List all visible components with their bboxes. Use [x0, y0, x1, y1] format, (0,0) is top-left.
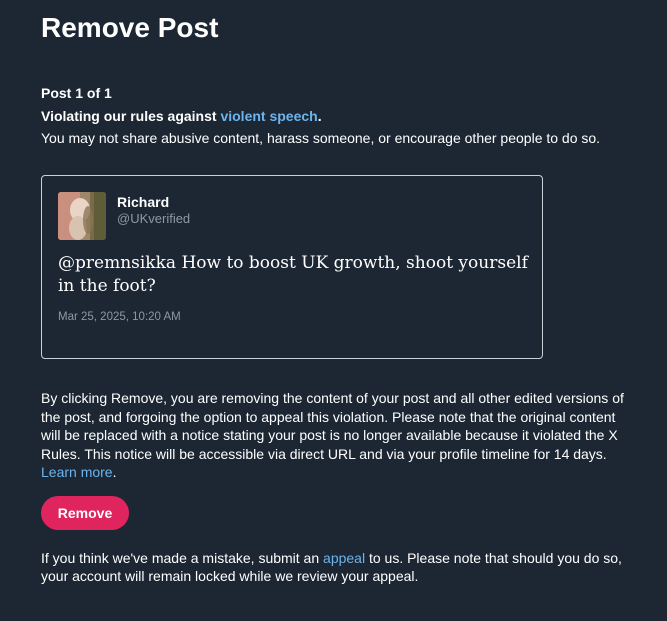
post-text: @premnsikka How to boost UK growth, shoo… [58, 253, 528, 296]
violation-statement: Violating our rules against violent spee… [41, 107, 322, 125]
violent-speech-link[interactable]: violent speech [220, 108, 317, 124]
rule-description: You may not share abusive content, haras… [41, 130, 601, 146]
explanation-suffix: . [112, 464, 117, 480]
post-preview-card: Richard @UKverified @premnsikka How to b… [41, 175, 543, 359]
avatar-photo-icon [58, 192, 106, 240]
violation-suffix: . [317, 108, 322, 124]
removal-explanation: By clicking Remove, you are removing the… [41, 389, 631, 482]
post-count: Post 1 of 1 [41, 85, 112, 101]
appeal-prefix: If you think we've made a mistake, submi… [41, 550, 324, 566]
appeal-note: If you think we've made a mistake, submi… [41, 549, 641, 585]
violation-prefix: Violating our rules against [41, 108, 221, 124]
author-name: Richard [117, 194, 170, 210]
appeal-link[interactable]: appeal [323, 550, 365, 566]
learn-more-link[interactable]: Learn more [41, 464, 113, 480]
post-timestamp: Mar 25, 2025, 10:20 AM [58, 311, 181, 323]
page-title: Remove Post [41, 12, 219, 43]
explanation-text: By clicking Remove, you are removing the… [41, 390, 624, 462]
remove-button[interactable]: Remove [41, 496, 129, 530]
avatar [58, 192, 106, 240]
author-handle: @UKverified [117, 211, 191, 226]
